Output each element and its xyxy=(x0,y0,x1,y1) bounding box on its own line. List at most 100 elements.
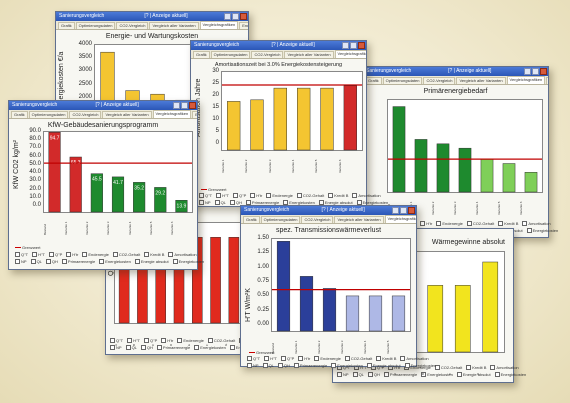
tab-vergleich-aller-varianten[interactable]: Vergleich aller Varianten xyxy=(456,77,506,84)
tab-vergleichsgrafiken[interactable]: Vergleichsgrafiken xyxy=(152,110,192,118)
checkbox-box[interactable] xyxy=(125,345,131,351)
tab-vergleichsgrafiken[interactable]: Vergleichsgrafiken xyxy=(506,76,546,84)
checkbox-box[interactable] xyxy=(264,356,270,362)
tab-optimierungsdaten[interactable]: Optimierungsdaten xyxy=(210,51,251,58)
checkbox-box[interactable] xyxy=(293,363,299,369)
checkbox-box[interactable] xyxy=(61,259,67,265)
checkbox-box[interactable] xyxy=(199,193,204,199)
checkbox-box[interactable] xyxy=(466,221,472,227)
option-checkbox[interactable]: NP xyxy=(15,259,27,265)
checkbox-box[interactable] xyxy=(110,345,115,351)
option-checkbox[interactable]: H''T xyxy=(32,252,45,258)
option-checkbox[interactable]: QH xyxy=(367,372,380,378)
checkbox-box[interactable] xyxy=(229,345,235,351)
option-checkbox[interactable]: H'tr xyxy=(420,221,432,227)
tab-co2-vergleich[interactable]: CO2-Vergleich xyxy=(301,216,334,223)
window-titlebar[interactable]: Sanierungsvergleich [? | Anzeige aktuell… xyxy=(56,12,248,21)
checkbox-box[interactable] xyxy=(262,363,268,369)
checkbox-box[interactable] xyxy=(134,259,140,265)
checkbox-box[interactable] xyxy=(328,193,334,199)
tab-vergleichsgrafiken[interactable]: Vergleichsgrafiken xyxy=(199,21,239,29)
tab-vergleich-aller-varianten[interactable]: Vergleich aller Varianten xyxy=(102,111,152,118)
option-checkbox[interactable]: Primaerenergie xyxy=(61,259,95,265)
checkbox-box[interactable] xyxy=(296,193,302,199)
option-checkbox[interactable]: NP xyxy=(337,372,349,378)
option-checkbox[interactable]: NP xyxy=(247,363,259,369)
tab-grafik[interactable]: Grafik xyxy=(11,111,28,118)
checkbox-box[interactable] xyxy=(30,259,36,265)
minimize-button[interactable] xyxy=(173,102,180,109)
option-checkbox[interactable]: Kredit B xyxy=(328,193,348,199)
checkbox-box[interactable] xyxy=(156,345,162,351)
minimize-button[interactable] xyxy=(342,42,349,49)
amortization-window[interactable]: Sanierungsvergleich [? | Anzeige aktuell… xyxy=(190,40,388,207)
option-checkbox[interactable]: H''T xyxy=(216,193,229,199)
checkbox-box[interactable] xyxy=(232,193,238,199)
option-checkbox[interactable]: Amortisation xyxy=(400,356,429,362)
option-checkbox[interactable]: Energiekosten xyxy=(99,259,131,265)
tab-co2-vergleich[interactable]: CO2-Vergleich xyxy=(69,111,102,118)
checkbox-box[interactable] xyxy=(15,259,20,265)
checkbox-box[interactable] xyxy=(436,221,442,227)
transmission-loss-window[interactable]: Sanierungsvergleich [? | Anzeige aktuell… xyxy=(240,205,436,369)
kfw-window[interactable]: Sanierungsvergleich [? | Anzeige aktuell… xyxy=(8,100,204,270)
maximize-button[interactable] xyxy=(350,42,357,49)
option-checkbox[interactable]: Energie absolut xyxy=(366,363,401,369)
tab-co2-vergleich[interactable]: CO2-Vergleich xyxy=(116,22,149,29)
tab-vergleich-aller-varianten[interactable]: Vergleich aller Varianten xyxy=(284,51,334,58)
option-checkbox[interactable]: CO2-Gehalt xyxy=(112,252,140,258)
window-titlebar[interactable]: Sanierungsvergleich [? | Anzeige aktuell… xyxy=(9,101,197,110)
close-button[interactable] xyxy=(240,13,247,20)
tab-vergleichsgrafiken[interactable]: Vergleichsgrafiken xyxy=(334,50,366,58)
option-checkbox[interactable]: CO2-Gehalt xyxy=(344,356,372,362)
window-titlebar[interactable]: Sanierungsvergleich [? | Anzeige aktuell… xyxy=(363,67,548,76)
window-titlebar[interactable]: Sanierungsvergleich [? | Anzeige aktuell… xyxy=(191,41,366,50)
tab-optimierungsdaten[interactable]: Optimierungsdaten xyxy=(28,111,69,118)
option-checkbox[interactable]: Q''P xyxy=(232,193,246,199)
option-checkbox[interactable]: Amortisation xyxy=(352,193,381,199)
checkbox-box[interactable] xyxy=(280,356,286,362)
option-checkbox[interactable]: Amortisation xyxy=(522,221,551,227)
option-checkbox[interactable]: H''T xyxy=(264,356,277,362)
checkbox-box[interactable] xyxy=(112,252,118,258)
checkbox-box[interactable] xyxy=(366,363,372,369)
option-checkbox[interactable]: Energiekosten xyxy=(172,259,204,265)
option-checkbox[interactable]: QH xyxy=(45,259,58,265)
option-checkbox[interactable]: Q''T xyxy=(247,356,260,362)
close-button[interactable] xyxy=(358,42,365,49)
option-checkbox[interactable]: CO2-Gehalt xyxy=(296,193,324,199)
maximize-button[interactable] xyxy=(181,102,188,109)
option-checkbox[interactable]: Kredit B xyxy=(376,356,396,362)
tab-grafik[interactable]: Grafik xyxy=(58,22,75,29)
checkbox-box[interactable] xyxy=(298,356,304,362)
checkbox-box[interactable] xyxy=(82,252,88,258)
checkbox-box[interactable] xyxy=(250,193,256,199)
checkbox-box[interactable] xyxy=(420,221,426,227)
checkbox-box[interactable] xyxy=(15,252,20,258)
tab-vergleich-aller-varianten[interactable]: Vergleich aller Varianten xyxy=(334,216,384,223)
option-checkbox[interactable]: QL xyxy=(214,200,226,206)
close-button[interactable] xyxy=(189,102,196,109)
checkbox-box[interactable] xyxy=(199,200,204,206)
checkbox-box[interactable] xyxy=(168,252,174,258)
checkbox-box[interactable] xyxy=(45,259,51,265)
minimize-button[interactable] xyxy=(224,13,231,20)
checkbox-box[interactable] xyxy=(331,363,337,369)
option-checkbox[interactable]: QL xyxy=(262,363,274,369)
option-checkbox[interactable]: Amortisation xyxy=(168,252,197,258)
close-button[interactable] xyxy=(408,207,415,214)
maximize-button[interactable] xyxy=(400,207,407,214)
option-checkbox[interactable]: Kredit B xyxy=(144,252,164,258)
checkbox-box[interactable] xyxy=(376,356,382,362)
tab-energieeffizienz[interactable]: Energieeffizienz xyxy=(239,22,248,29)
tab-optimierungsdaten[interactable]: Optimierungsdaten xyxy=(382,77,423,84)
checkbox-box[interactable] xyxy=(48,252,54,258)
option-checkbox[interactable]: CO2-Gehalt xyxy=(466,221,494,227)
option-checkbox[interactable]: Q''P xyxy=(48,252,62,258)
checkbox-box[interactable] xyxy=(367,372,373,378)
checkbox-box[interactable] xyxy=(247,356,252,362)
tab-energieeffizienz[interactable]: Energieeffizienz xyxy=(546,77,548,84)
checkbox-box[interactable] xyxy=(404,363,410,369)
tab-vergleich-aller-varianten[interactable]: Vergleich aller Varianten xyxy=(149,22,199,29)
checkbox-box[interactable] xyxy=(266,193,272,199)
